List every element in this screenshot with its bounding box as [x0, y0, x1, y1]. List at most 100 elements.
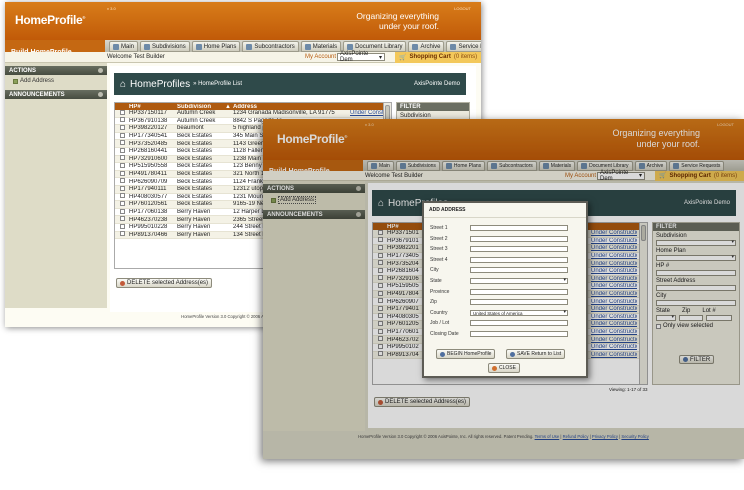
people-icon: [246, 43, 253, 50]
subdivision-cell: Berry Haven: [177, 209, 211, 216]
subdivision-cell: Beck Estates: [177, 163, 213, 170]
row-checkbox[interactable]: [120, 109, 125, 115]
field-input[interactable]: [470, 256, 568, 263]
field-label: Street 3: [430, 246, 448, 253]
subdivision-cell: Berry Haven: [177, 231, 211, 238]
row-checkbox[interactable]: [120, 193, 125, 199]
field-label: Street 4: [430, 256, 448, 263]
dialog-field-row: Zip: [430, 299, 582, 306]
actions-header[interactable]: ACTIONS: [5, 66, 107, 75]
dialog-field-row: Street 3: [430, 246, 582, 253]
save-return-button[interactable]: SAVE Return to List: [506, 349, 566, 359]
row-checkbox[interactable]: [120, 147, 125, 153]
row-checkbox[interactable]: [120, 140, 125, 146]
row-checkbox[interactable]: [120, 200, 125, 206]
sort-icon[interactable]: ▲: [223, 104, 231, 110]
add-address-dialog: ADD ADDRESS Street 1 Street 2 Street 3 Stre…: [422, 201, 588, 378]
logo: HomeProfile®: [15, 13, 86, 27]
field-input[interactable]: [470, 267, 568, 274]
row-checkbox[interactable]: [120, 185, 125, 191]
subdivision-cell: Beck Estates: [177, 193, 213, 200]
field-label: Closing Date: [430, 331, 459, 337]
breadcrumb: » HomeProfile List: [193, 81, 243, 87]
hp-cell: HP337150117: [129, 110, 167, 117]
filter-title: FILTER: [397, 103, 469, 111]
field-input[interactable]: [470, 235, 568, 242]
version-label: v 3.0: [107, 6, 116, 11]
hp-cell: HP373520485: [129, 140, 168, 147]
close-button[interactable]: CLOSE: [488, 363, 520, 373]
chevron-down-icon: ▾: [378, 54, 382, 61]
tab-subdivisions[interactable]: Subdivisions: [140, 41, 190, 52]
tab-main[interactable]: Main: [109, 41, 139, 52]
row-checkbox[interactable]: [120, 231, 125, 237]
field-select[interactable]: [470, 278, 568, 284]
begin-homeprofile-button[interactable]: BEGIN HomeProfile: [436, 349, 496, 359]
row-checkbox[interactable]: [120, 117, 125, 123]
row-checkbox[interactable]: [120, 132, 125, 138]
field-input[interactable]: [470, 225, 568, 231]
field-input[interactable]: [470, 331, 568, 337]
subdivision-cell: Beck Estates: [177, 148, 213, 155]
materials-icon: [304, 43, 311, 50]
tab-subcontractors[interactable]: Subcontractors: [242, 41, 299, 52]
col-address[interactable]: Address: [231, 104, 353, 110]
hp-cell: HP732910600: [129, 155, 168, 162]
row-checkbox[interactable]: [120, 208, 125, 214]
save-icon: [510, 351, 515, 357]
field-label: State: [430, 278, 442, 284]
cart-icon: 🛒: [399, 54, 407, 61]
row-checkbox[interactable]: [120, 178, 125, 184]
tab-service-requests[interactable]: Service Requests: [446, 41, 481, 52]
announcements-header[interactable]: ANNOUNCEMENTS: [5, 90, 107, 99]
hp-cell: HP367910138: [129, 117, 168, 124]
table-row[interactable]: HP337150117 Autumn Creek 1234 Granada Madi…: [115, 109, 391, 118]
shopping-cart[interactable]: 🛒 Shopping Cart (0 items): [395, 51, 481, 63]
field-input[interactable]: [470, 320, 568, 327]
subdivision-cell: Autumn Creek: [177, 110, 216, 117]
row-checkbox[interactable]: [120, 170, 125, 176]
delete-selected-button[interactable]: DELETE selected Address(es): [116, 278, 213, 288]
nav-tabs: Main Subdivisions Home Plans Subcontract…: [109, 41, 481, 52]
hp-cell: HP995010228: [129, 224, 168, 231]
my-account-link[interactable]: My Account: [305, 54, 336, 60]
dialog-field-row: City: [430, 267, 582, 274]
row-checkbox[interactable]: [120, 223, 125, 229]
page-title-bar: ⌂ HomeProfiles » HomeProfile List AxisPo…: [114, 73, 466, 95]
field-label: Job / Lot: [430, 320, 450, 327]
field-input[interactable]: [470, 246, 568, 253]
field-label: Zip: [430, 299, 437, 306]
row-checkbox[interactable]: [120, 124, 125, 130]
grid-header: HP# Subdivision ▲ Address: [115, 103, 391, 110]
subdivision-cell: Beck Estates: [177, 186, 213, 193]
subdivision-cell: beaumont: [177, 125, 204, 132]
wrench-icon: [450, 43, 457, 50]
tagline: Organizing everything under your roof.: [356, 11, 439, 32]
subdivision-cell: Beck Estates: [177, 178, 213, 185]
sidebar: ACTIONS Add Address ANNOUNCEMENTS: [5, 63, 107, 308]
account-select[interactable]: AxisPointe Dem ▾: [337, 51, 385, 63]
status-link[interactable]: Under Construction: [348, 110, 388, 116]
tab-home-plans[interactable]: Home Plans: [191, 41, 241, 52]
dialog-field-row: Street 4: [430, 256, 582, 263]
col-subdivision[interactable]: Subdivision: [175, 104, 223, 110]
row-checkbox[interactable]: [120, 155, 125, 161]
subdivision-cell: Beck Estates: [177, 171, 213, 178]
subdivision-cell: Beck Estates: [177, 133, 213, 140]
row-checkbox[interactable]: [120, 216, 125, 222]
hp-cell: HP177340541: [129, 133, 168, 140]
hp-cell: HP515950558: [129, 163, 168, 170]
col-hp[interactable]: HP#: [127, 104, 175, 110]
row-checkbox[interactable]: [120, 162, 125, 168]
dialog-field-row: Street 1: [430, 225, 582, 231]
logout-link[interactable]: LOGOUT: [454, 6, 471, 11]
field-select[interactable]: United States of America: [470, 309, 568, 316]
hp-cell: HP177060138: [129, 209, 168, 216]
tab-archive[interactable]: Archive: [408, 41, 445, 52]
field-input[interactable]: [470, 299, 568, 306]
hp-cell: HP408030577: [129, 193, 168, 200]
field-input[interactable]: [470, 288, 568, 295]
add-address-link[interactable]: Add Address: [5, 75, 107, 87]
tab-materials[interactable]: Materials: [300, 41, 342, 52]
field-label: Street 1: [430, 225, 448, 231]
